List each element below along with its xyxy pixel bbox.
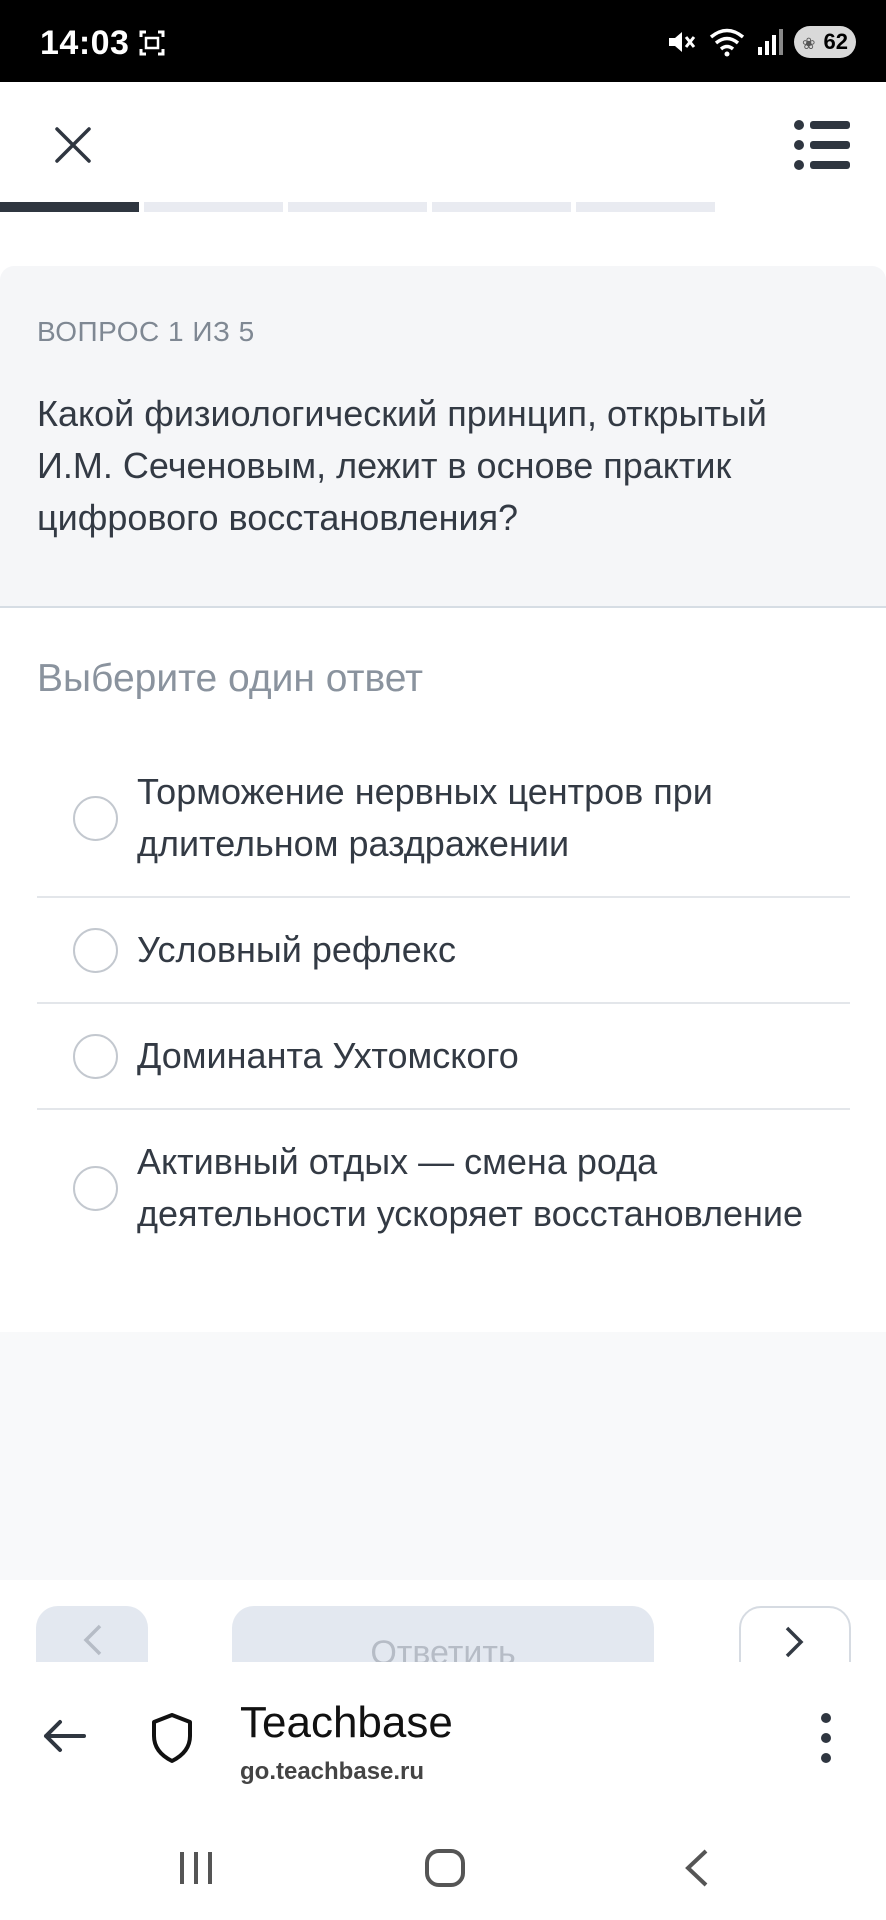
answer-instruction: Выберите один ответ — [37, 657, 424, 700]
question-counter: ВОПРОС 1 ИЗ 5 — [37, 316, 255, 347]
back-arrow-icon[interactable] — [40, 1712, 88, 1760]
answer-option-4[interactable]: Активный отдых — смена рода деятельности… — [37, 1110, 850, 1266]
site-title[interactable]: Teachbase — [240, 1698, 453, 1748]
more-vertical-icon[interactable] — [816, 1710, 836, 1766]
questions-list-button[interactable] — [794, 118, 852, 172]
mute-icon — [669, 32, 696, 52]
back-icon[interactable] — [680, 1848, 712, 1888]
previous-question-button[interactable] — [36, 1606, 148, 1662]
answer-option-3[interactable]: Доминанта Ухтомского — [37, 1004, 850, 1110]
power-saving-icon: ❀ — [802, 36, 816, 53]
close-icon — [55, 127, 91, 163]
next-question-button[interactable] — [739, 1606, 851, 1662]
list-menu-icon — [794, 120, 850, 170]
radio-button[interactable] — [73, 1033, 118, 1079]
system-navigation-bar — [0, 1816, 886, 1920]
progress-segment-4 — [432, 202, 571, 212]
browser-bar: Teachbase go.teachbase.ru — [0, 1662, 886, 1816]
chevron-right-icon — [785, 1626, 804, 1658]
close-button[interactable] — [44, 116, 102, 174]
home-icon[interactable] — [424, 1848, 466, 1888]
status-bar: 14:03 ❀ 62 — [0, 0, 886, 82]
status-time: 14:03 — [40, 24, 130, 62]
top-bar — [0, 82, 886, 202]
progress-segment-2 — [144, 202, 283, 212]
wifi-icon — [709, 28, 745, 57]
progress-segment-3 — [288, 202, 427, 212]
answer-option-label: Активный отдых — смена рода деятельности… — [137, 1141, 803, 1234]
radio-button[interactable] — [73, 795, 118, 841]
answer-option-label: Торможение нервных центров при длительно… — [137, 771, 713, 864]
screenshot-icon — [139, 30, 165, 56]
site-url[interactable]: go.teachbase.ru — [240, 1758, 424, 1786]
answer-option-1[interactable]: Торможение нервных центров при длительно… — [37, 740, 850, 898]
progress-segment-1 — [0, 202, 139, 212]
quiz-navigation: Ответить — [0, 1580, 886, 1662]
content-footer-area — [0, 1332, 886, 1580]
radio-button[interactable] — [73, 1165, 118, 1211]
signal-icon — [758, 29, 783, 55]
radio-button[interactable] — [73, 927, 118, 973]
question-text: Какой физиологический принцип, открытый … — [37, 393, 767, 538]
status-icons: ❀ 62 — [666, 24, 856, 60]
answer-option-label: Условный рефлекс — [137, 929, 456, 970]
submit-answer-button[interactable]: Ответить — [232, 1606, 654, 1662]
question-card: ВОПРОС 1 ИЗ 5 Какой физиологический прин… — [0, 266, 886, 608]
answer-options: Торможение нервных центров при длительно… — [37, 740, 850, 1266]
shield-icon[interactable] — [150, 1712, 194, 1764]
answer-option-label: Доминанта Ухтомского — [137, 1035, 519, 1076]
battery-icon: ❀ 62 — [794, 26, 856, 58]
battery-level: 62 — [823, 29, 848, 54]
answer-option-2[interactable]: Условный рефлекс — [37, 898, 850, 1004]
recent-apps-icon[interactable] — [176, 1848, 216, 1888]
progress-segment-5 — [576, 202, 715, 212]
chevron-left-icon — [83, 1624, 102, 1656]
quiz-progress — [0, 202, 715, 212]
